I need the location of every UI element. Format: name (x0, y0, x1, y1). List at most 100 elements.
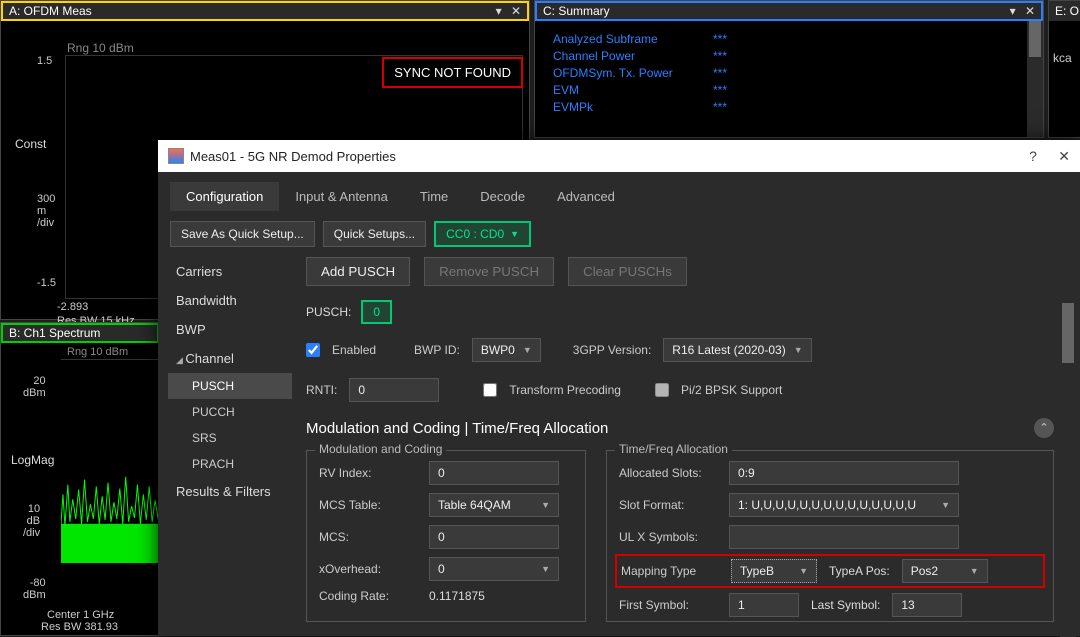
sidenav-pusch[interactable]: PUSCH (168, 373, 292, 399)
slotformat-label: Slot Format: (619, 498, 729, 512)
y-top: 1.5 (37, 55, 52, 67)
chevron-down-icon: ▼ (541, 500, 550, 510)
res-bw: Res BW 381.93 (41, 621, 118, 633)
rnti-label: RNTI: (306, 383, 337, 397)
panel-e: E: O kca (1048, 0, 1080, 138)
add-pusch-button[interactable]: Add PUSCH (306, 257, 410, 286)
dialog-titlebar[interactable]: Meas01 - 5G NR Demod Properties ? ✕ (158, 140, 1080, 172)
cc-selector[interactable]: CC0 : CD0 ▼ (434, 221, 531, 247)
tab-decode[interactable]: Decode (464, 182, 541, 211)
logmag-label: LogMag (11, 453, 54, 467)
y-bot: -1.5 (37, 277, 56, 289)
rvindex-label: RV Index: (319, 466, 429, 480)
xoverhead-select[interactable]: 0▼ (429, 557, 559, 581)
close-icon[interactable]: ✕ (1058, 148, 1070, 164)
group-time-freq-alloc: Time/Freq Allocation Allocated Slots: Sl… (606, 450, 1054, 622)
group-legend: Modulation and Coding (315, 442, 446, 456)
panel-e-title[interactable]: E: O (1049, 1, 1080, 21)
group-modulation-coding: Modulation and Coding RV Index: MCS Tabl… (306, 450, 586, 622)
firstsym-input[interactable] (729, 593, 799, 617)
quick-setups-button[interactable]: Quick Setups... (323, 221, 426, 247)
panel-ch1-spectrum: B: Ch1 Spectrum Rng 10 dBm 20 dBm LogMag… (0, 322, 160, 636)
ulx-label: UL X Symbols: (619, 530, 729, 544)
mcs-label: MCS: (319, 530, 429, 544)
panel-a-title-text: A: OFDM Meas (9, 4, 92, 18)
scrollbar[interactable] (1027, 21, 1043, 137)
tab-input-antenna[interactable]: Input & Antenna (279, 182, 404, 211)
chevron-down-icon: ▼ (794, 345, 803, 355)
panel-b-title[interactable]: B: Ch1 Spectrum (1, 323, 159, 343)
firstsym-label: First Symbol: (619, 598, 729, 612)
help-icon[interactable]: ? (1029, 148, 1037, 164)
save-quick-setup-button[interactable]: Save As Quick Setup... (170, 221, 315, 247)
close-icon[interactable]: ✕ (511, 4, 521, 18)
allocslots-input[interactable] (729, 461, 959, 485)
clear-puschs-button[interactable]: Clear PUSCHs (568, 257, 687, 286)
scrollbar[interactable] (1060, 303, 1076, 637)
const-label: Const (15, 137, 46, 151)
spectrum-plot: Rng 10 dBm 20 dBm LogMag 10 dB /div -80 … (1, 343, 159, 635)
chevron-down-icon: ▼ (970, 566, 979, 576)
mappingtype-label: Mapping Type (621, 564, 731, 578)
chevron-down-icon: ▼ (541, 564, 550, 574)
sidenav-prach[interactable]: PRACH (168, 451, 292, 477)
typeapos-select[interactable]: Pos2▼ (902, 559, 988, 583)
cc-label: CC0 : CD0 (446, 227, 504, 241)
demod-properties-dialog: Meas01 - 5G NR Demod Properties ? ✕ Conf… (158, 140, 1080, 636)
bwpid-label: BWP ID: (414, 343, 460, 357)
side-nav: Carriers Bandwidth BWP Channel PUSCH PUC… (158, 257, 292, 637)
slotformat-select[interactable]: 1: U,U,U,U,U,U,U,U,U,U,U,U,U,U▼ (729, 493, 959, 517)
codingrate-label: Coding Rate: (319, 589, 429, 603)
gpp-select[interactable]: R16 Latest (2020-03)▼ (663, 338, 811, 362)
summary-body: Analyzed Subframe*** Channel Power*** OF… (535, 21, 1043, 137)
panel-c-title[interactable]: C: Summary ▾ ✕ (535, 1, 1043, 21)
sidenav-results-filters[interactable]: Results & Filters (168, 477, 292, 506)
sidenav-srs[interactable]: SRS (168, 425, 292, 451)
remove-pusch-button[interactable]: Remove PUSCH (424, 257, 554, 286)
metric-row: Channel Power*** (553, 48, 1025, 65)
dropdown-icon[interactable]: ▾ (1010, 4, 1016, 18)
sidenav-carriers[interactable]: Carriers (168, 257, 292, 286)
codingrate-value: 0.1171875 (429, 589, 573, 603)
range-label: Rng 10 dBm (67, 346, 128, 358)
sidenav-channel[interactable]: Channel (168, 344, 292, 373)
scrollbar-thumb[interactable] (1029, 21, 1041, 57)
rnti-input[interactable] (349, 378, 439, 402)
metric-row: EVM*** (553, 82, 1025, 99)
mappingtype-select[interactable]: TypeB▼ (731, 559, 817, 583)
x-start: -2.893 (57, 301, 88, 313)
panel-b-title-text: B: Ch1 Spectrum (9, 326, 100, 340)
transform-precoding-checkbox[interactable] (483, 383, 497, 397)
lastsym-input[interactable] (892, 593, 962, 617)
chevron-down-icon: ▼ (799, 566, 808, 576)
sidenav-bandwidth[interactable]: Bandwidth (168, 286, 292, 315)
panel-e-title-text: E: O (1055, 4, 1079, 18)
y-top: 20 dBm (23, 375, 46, 399)
y-mid: 10 dB /div (23, 503, 40, 539)
panel-a-title[interactable]: A: OFDM Meas ▾ ✕ (1, 1, 529, 21)
sidenav-pucch[interactable]: PUCCH (168, 399, 292, 425)
close-icon[interactable]: ✕ (1025, 4, 1035, 18)
allocslots-label: Allocated Slots: (619, 466, 729, 480)
lastsym-label: Last Symbol: (811, 598, 880, 612)
pusch-index[interactable]: 0 (361, 300, 392, 324)
metric-row: OFDMSym. Tx. Power*** (553, 65, 1025, 82)
mcs-input[interactable] (429, 525, 559, 549)
dropdown-icon[interactable]: ▾ (496, 4, 502, 18)
bwpid-select[interactable]: BWP0▼ (472, 338, 541, 362)
sidenav-bwp[interactable]: BWP (168, 315, 292, 344)
xoverhead-label: xOverhead: (319, 562, 429, 576)
rvindex-input[interactable] (429, 461, 559, 485)
tab-advanced[interactable]: Advanced (541, 182, 631, 211)
mcstable-select[interactable]: Table 64QAM▼ (429, 493, 559, 517)
tab-configuration[interactable]: Configuration (170, 182, 279, 211)
group-legend: Time/Freq Allocation (615, 442, 732, 456)
tab-time[interactable]: Time (404, 182, 464, 211)
scrollbar-thumb[interactable] (1062, 303, 1074, 363)
chevron-down-icon: ▼ (941, 500, 950, 510)
chevron-down-icon: ▼ (523, 345, 532, 355)
typeapos-label: TypeA Pos: (829, 564, 890, 578)
enabled-checkbox[interactable] (306, 343, 320, 357)
config-pane: Add PUSCH Remove PUSCH Clear PUSCHs PUSC… (292, 257, 1080, 637)
collapse-icon[interactable]: ⌃ (1034, 418, 1054, 438)
